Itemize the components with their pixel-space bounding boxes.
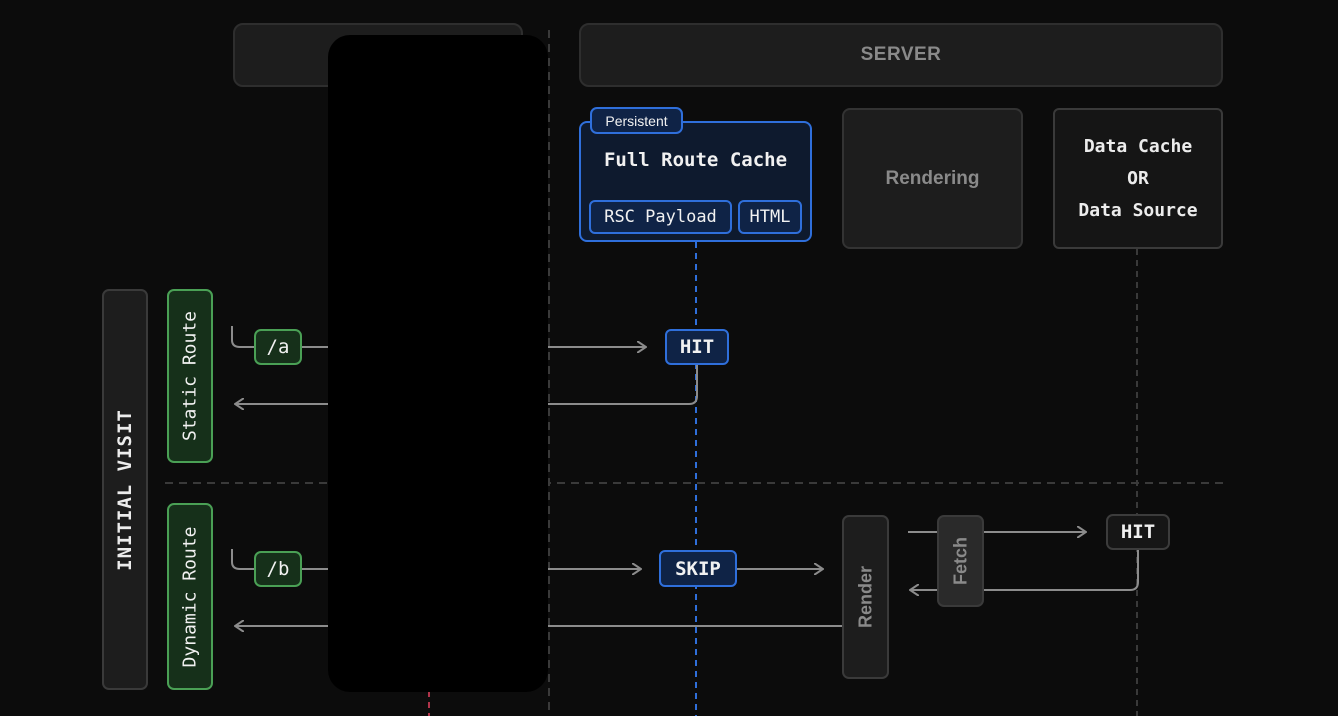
fetch-text: Fetch: [950, 536, 970, 586]
rendering-box: Rendering: [842, 108, 1023, 249]
server-header: SERVER: [579, 23, 1223, 87]
fetch-box: Fetch: [937, 515, 984, 607]
data-source-label: Data Source: [1078, 199, 1198, 221]
rsc-payload-box: RSC Payload: [589, 200, 732, 234]
dynamic-route-label: Dynamic Route: [167, 503, 213, 690]
full-route-cache-title: Full Route Cache: [603, 149, 788, 171]
dynamic-request-curve: [231, 549, 254, 570]
static-request-curve: [231, 326, 254, 348]
render-box: Render: [842, 515, 889, 679]
initial-visit-label: INITIAL VISIT: [102, 289, 148, 690]
hit-static-pill: HIT: [665, 329, 729, 365]
static-route-label: Static Route: [167, 289, 213, 463]
html-box: HTML: [738, 200, 802, 234]
render-text: Render: [855, 565, 875, 629]
or-label: OR: [1127, 167, 1149, 189]
hit-data-pill: HIT: [1106, 514, 1170, 550]
full-route-cache-box: Full Route Cache RSC Payload HTML: [579, 121, 812, 242]
path-a-pill: /a: [254, 329, 302, 365]
path-b-pill: /b: [254, 551, 302, 587]
initial-visit-text: INITIAL VISIT: [114, 408, 136, 571]
redacted-client-area: [328, 35, 548, 692]
static-route-text: Static Route: [179, 310, 201, 442]
data-cache-label: Data Cache: [1083, 135, 1193, 157]
dynamic-route-text: Dynamic Route: [179, 526, 201, 667]
skip-pill: SKIP: [659, 550, 737, 587]
data-cache-box: Data Cache OR Data Source: [1053, 108, 1223, 249]
persistent-badge: Persistent: [590, 107, 683, 134]
